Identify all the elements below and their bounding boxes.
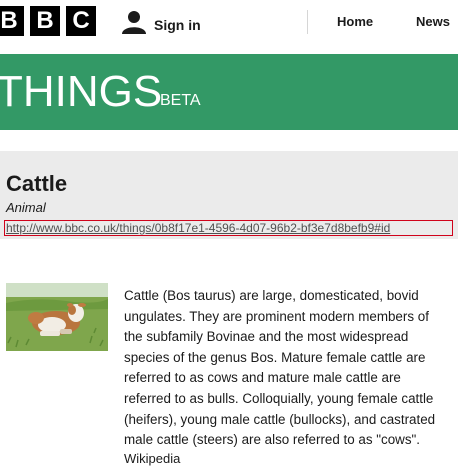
nav-link-news[interactable]: News — [416, 14, 450, 29]
cow-photo — [6, 283, 108, 351]
bbc-logo-letter: B — [30, 6, 60, 36]
nav-divider — [307, 10, 308, 34]
beta-tag: BETA — [160, 92, 201, 109]
bbc-logo-letter: C — [66, 6, 96, 36]
user-icon — [122, 10, 146, 39]
banner-title[interactable]: THINGS — [0, 68, 162, 116]
entity-description: Cattle (Bos taurus) are large, domestica… — [124, 288, 436, 448]
entity-title: Cattle — [6, 171, 68, 196]
entity-uri-link[interactable]: http://www.bbc.co.uk/things/0b8f17e1-459… — [4, 220, 453, 236]
bbc-logo-letter: B — [0, 6, 24, 36]
signin-button[interactable]: Sign in — [122, 10, 201, 39]
top-nav: B B C Sign in Home News — [0, 0, 458, 44]
nav-link-home[interactable]: Home — [337, 14, 373, 29]
source-label: Wikipedia — [124, 451, 181, 466]
things-banner: THINGS BETA — [0, 54, 458, 130]
signin-label: Sign in — [154, 16, 201, 33]
entity-info-box: Cattle Animal http://www.bbc.co.uk/thing… — [0, 151, 458, 239]
bbc-logo[interactable]: B B C — [0, 6, 96, 36]
entity-type: Animal — [6, 200, 46, 215]
